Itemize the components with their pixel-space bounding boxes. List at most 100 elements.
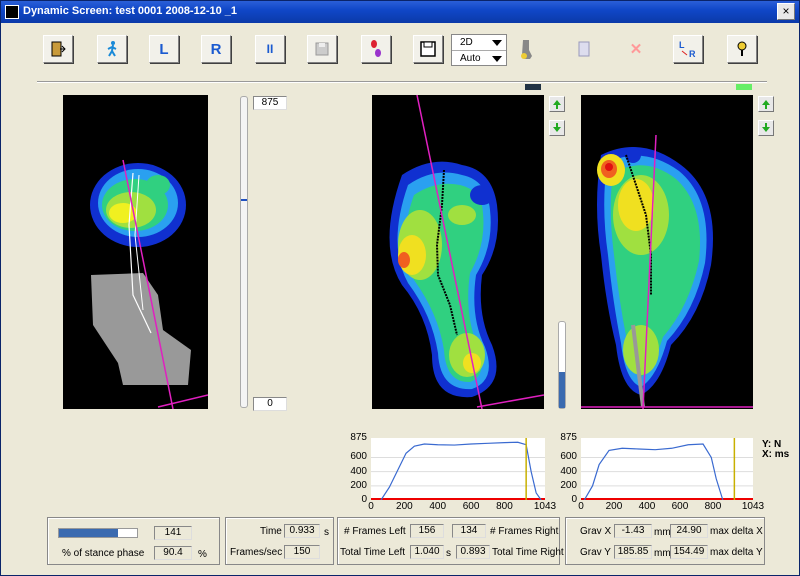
stance-label: % of stance phase (62, 548, 145, 559)
exit-door-icon (51, 41, 66, 57)
save-button[interactable] (413, 35, 443, 63)
x-tick-label: 400 (638, 501, 656, 512)
close-button[interactable]: × (777, 3, 795, 20)
view-mode-2d[interactable]: 2D (452, 35, 506, 50)
timing-group: Time 0.933 s Frames/sec 150 (225, 517, 334, 565)
right-foot-button[interactable]: R (201, 35, 231, 63)
exit-button[interactable] (43, 35, 73, 63)
window-title: Dynamic Screen: test 0001 2008-12-10 _1 (23, 5, 238, 17)
y-tick-label: 875 (560, 432, 577, 443)
up-arrow-icon (553, 100, 561, 109)
dropdown-arrow-icon (492, 40, 502, 46)
x-tick-label: 600 (462, 501, 480, 512)
left-right-swap-button[interactable]: LR (673, 35, 703, 63)
footprints-button[interactable] (361, 35, 391, 63)
dynamic-screen-window: Dynamic Screen: test 0001 2008-12-10 _1 … (0, 0, 800, 576)
time-field: 0.933 (284, 524, 320, 538)
slider-max-field[interactable]: 875 (253, 96, 287, 110)
time-label: Time (260, 526, 282, 537)
left-indicator-led (525, 84, 541, 90)
right-foot-pressure-panel (581, 95, 753, 410)
x-tick-label: 400 (429, 501, 447, 512)
toolbar-separator (37, 81, 767, 83)
slider-min-field[interactable]: 0 (253, 397, 287, 411)
disk-icon (315, 42, 329, 56)
left-up-button[interactable] (549, 96, 565, 112)
y-tick-label: 200 (560, 479, 577, 491)
frames-left-field: 156 (410, 524, 444, 538)
grav-x-field: -1.43 (614, 524, 652, 538)
left-down-button[interactable] (549, 120, 565, 136)
stance-progress-fill (59, 529, 118, 537)
x-tick-label: 1043 (741, 501, 765, 512)
y-tick-label: 0 (361, 494, 367, 505)
frames-right-field: 134 (452, 524, 486, 538)
grav-y-unit: mm (654, 548, 671, 559)
x-tick-label: 800 (704, 501, 722, 512)
grav-x-unit: mm (654, 527, 671, 538)
right-foot-pressure-image (581, 134, 753, 410)
help-button[interactable] (727, 35, 757, 63)
y-tick-label: 0 (571, 494, 577, 505)
max-delta-y-label: max delta Y (710, 547, 763, 558)
x-tick-label: 1043 (533, 501, 557, 512)
x-tick-label: 600 (671, 501, 689, 512)
scale-mode-auto[interactable]: Auto (452, 50, 506, 65)
cross-icon: ✕ (629, 41, 643, 58)
stance-frame-field: 141 (154, 526, 192, 540)
total-time-left-label: Total Time Left (340, 547, 406, 558)
y-tick-label: 400 (350, 465, 367, 477)
total-time-right-label: Total Time Right (492, 547, 564, 558)
grav-y-label: Grav Y (580, 547, 611, 558)
down-arrow-icon (553, 123, 561, 132)
right-force-chart-svg (581, 438, 753, 501)
fps-label: Frames/sec (230, 547, 283, 558)
grav-x-label: Grav X (580, 526, 612, 537)
left-force-chart-svg (371, 438, 545, 501)
frame-slider[interactable] (240, 96, 248, 408)
frames-group: # Frames Left 156 134 # Frames Right Tot… (337, 517, 564, 565)
max-delta-x-label: max delta X (710, 526, 763, 537)
svg-text:L: L (679, 40, 685, 50)
frames-left-label: # Frames Left (344, 526, 406, 537)
frames-right-label: # Frames Right (490, 526, 559, 537)
up-arrow-icon (762, 100, 770, 109)
delete-disabled-button[interactable]: ✕ (621, 35, 651, 63)
left-foot-button[interactable]: L (149, 35, 179, 63)
export-disabled-button[interactable] (569, 35, 599, 63)
grav-y-delta-field: 154.49 (670, 545, 708, 559)
title-bar: Dynamic Screen: test 0001 2008-12-10 _1 … (1, 1, 799, 23)
level-fill (559, 371, 565, 408)
level-indicator (558, 321, 566, 409)
right-down-button[interactable] (758, 120, 774, 136)
view-mode-select[interactable]: 2D Auto (451, 34, 507, 66)
dropdown-arrow-icon (492, 56, 502, 62)
walk-button[interactable] (97, 35, 127, 63)
total-time-unit: s (446, 548, 451, 559)
app-icon (5, 5, 19, 19)
right-up-button[interactable] (758, 96, 774, 112)
middle-foot-pressure-panel (372, 94, 545, 410)
pause-button[interactable]: II (255, 35, 285, 63)
x-tick-label: 200 (605, 501, 623, 512)
x-tick-label: 800 (496, 501, 513, 512)
time-unit: s (324, 527, 329, 538)
middle-foot-pressure-image (389, 94, 545, 410)
stance-percent-field: 90.4 (154, 546, 192, 560)
left-foot-pressure-panel (63, 95, 209, 410)
chart-legend-x: X: ms (762, 449, 790, 460)
svg-text:R: R (689, 49, 696, 59)
help-key-icon (737, 41, 747, 56)
series-line (380, 441, 542, 501)
y-tick-label: 400 (560, 465, 577, 477)
grav-y-field: 185.85 (614, 545, 652, 559)
save-disabled-button[interactable] (307, 35, 337, 63)
x-tick-label: 0 (368, 501, 374, 512)
right-force-chart (581, 438, 753, 501)
frame-slider-thumb[interactable] (241, 198, 247, 201)
stance-percent-unit: % (198, 549, 207, 560)
y-tick-label: 600 (350, 451, 367, 463)
total-time-right-field: 0.893 (456, 545, 490, 559)
document-icon (578, 41, 590, 57)
foot-gray-button[interactable] (511, 35, 541, 63)
